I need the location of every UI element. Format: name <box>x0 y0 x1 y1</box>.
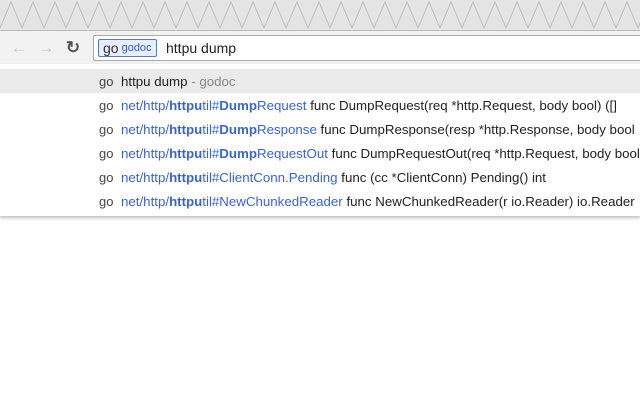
back-button[interactable]: ← <box>8 37 30 59</box>
url-part: net/http/ <box>121 97 170 113</box>
go-icon: go <box>99 121 114 137</box>
suggestion-description: func DumpResponse(resp *http.Response, b… <box>320 121 635 137</box>
suggestion-item[interactable]: go net/http/httputil#DumpRequest func Dum… <box>0 93 640 117</box>
omnibox[interactable]: go godoc httpu dump <box>93 35 640 61</box>
titlebar-pattern <box>0 0 640 30</box>
suggestion-description: func (cc *ClientConn) Pending() int <box>341 169 547 185</box>
url-part: til# <box>202 97 220 113</box>
forward-button[interactable]: → <box>35 37 57 59</box>
suggestion-url: net/http/httputil#ClientConn.Pending <box>121 170 338 185</box>
suggestion-description: func DumpRequestOut(req *http.Request, b… <box>331 145 640 161</box>
url-part: Response <box>256 121 317 137</box>
url-match: httpu <box>169 145 203 161</box>
suggestion-text: httpu dump <box>121 73 188 89</box>
suggestion-search[interactable]: go httpu dump - godoc <box>0 69 640 93</box>
arrow-right-icon: → <box>37 38 55 57</box>
url-match: httpu <box>169 193 203 209</box>
suggestion-description: func DumpRequest(req *http.Request, body… <box>310 97 617 113</box>
suggestion-url: net/http/httputil#DumpResponse <box>121 122 317 137</box>
keyword-chip[interactable]: go godoc <box>98 39 157 57</box>
suggestion-item[interactable]: go net/http/httputil#DumpRequestOut func … <box>0 141 640 165</box>
suggestion-item[interactable]: go net/http/httputil#ClientConn.Pending f… <box>0 165 640 189</box>
reload-icon: ↻ <box>65 38 81 57</box>
url-match: Dump <box>219 97 257 113</box>
url-part: RequestOut <box>256 145 328 161</box>
url-part: til#NewChunkedReader <box>202 193 343 209</box>
suggestion-dropdown: go httpu dump - godoc go net/http/httputi… <box>0 64 640 216</box>
go-icon: go <box>99 145 114 161</box>
url-part: net/http/ <box>121 145 170 161</box>
omnibox-input[interactable]: httpu dump <box>166 40 236 56</box>
url-match: httpu <box>169 169 203 185</box>
suggestion-suffix: - godoc <box>191 73 236 89</box>
url-part: net/http/ <box>121 193 170 209</box>
url-part: Request <box>256 97 307 113</box>
keyword-label: godoc <box>121 42 152 54</box>
reload-button[interactable]: ↻ <box>62 37 84 59</box>
go-icon: go <box>99 97 114 113</box>
url-match: httpu <box>169 121 203 137</box>
go-icon: go <box>103 40 119 56</box>
toolbar: ← → ↻ go godoc httpu dump <box>0 30 640 64</box>
suggestion-url: net/http/httputil#DumpRequestOut <box>121 146 328 161</box>
url-part: til# <box>202 121 220 137</box>
url-match: Dump <box>219 121 257 137</box>
arrow-left-icon: ← <box>10 38 28 57</box>
suggestion-description: func NewChunkedReader(r io.Reader) io.Re… <box>346 193 635 209</box>
go-icon: go <box>99 169 114 185</box>
window-titlebar <box>0 0 640 30</box>
suggestion-url: net/http/httputil#DumpRequest <box>121 98 307 113</box>
url-part: til# <box>202 145 220 161</box>
suggestion-item[interactable]: go net/http/httputil#DumpResponse func Du… <box>0 117 640 141</box>
url-part: til#ClientConn.Pending <box>202 169 338 185</box>
suggestion-url: net/http/httputil#NewChunkedReader <box>121 194 343 209</box>
url-match: Dump <box>219 145 257 161</box>
go-icon: go <box>99 193 114 209</box>
url-part: net/http/ <box>121 169 170 185</box>
suggestion-item[interactable]: go net/http/httputil#NewChunkedReader fun… <box>0 189 640 213</box>
url-match: httpu <box>169 97 203 113</box>
url-part: net/http/ <box>121 121 170 137</box>
go-icon: go <box>99 73 114 89</box>
